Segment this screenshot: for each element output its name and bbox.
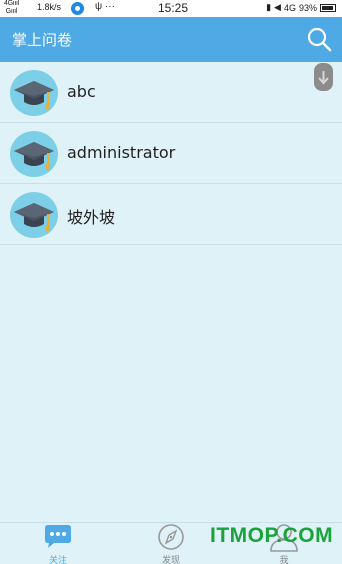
list-item[interactable]: 坡外坡 — [0, 184, 342, 245]
watermark: ITMOP.COM — [210, 524, 334, 547]
scroll-handle[interactable] — [314, 63, 333, 91]
app-header: 掌上问卷 — [0, 17, 342, 62]
tab-label: 我 — [279, 556, 289, 564]
search-icon — [307, 27, 332, 52]
battery-percent: 93% — [298, 2, 317, 13]
tab-follow[interactable]: 关注 — [28, 523, 88, 564]
status-right: ▮ ◀ 4G 93% — [266, 2, 336, 13]
usb-icon: ψ ··· — [95, 1, 115, 12]
compass-icon — [158, 524, 184, 550]
status-bar: 4Gıııl Gıııl 1.8k/s ψ ··· 15:25 ▮ ◀ 4G 9… — [0, 0, 342, 17]
graduation-cap-avatar-icon — [10, 192, 58, 238]
battery-icon — [320, 3, 336, 12]
clock: 15:25 — [158, 1, 189, 15]
graduation-cap-avatar-icon — [10, 70, 58, 116]
list-item-label: 坡外坡 — [67, 208, 116, 227]
list-item-label: administrator — [67, 143, 176, 162]
page-title: 掌上问卷 — [12, 31, 73, 49]
tab-discover[interactable]: 发现 — [141, 523, 201, 564]
mute-icon: ◀ — [274, 2, 281, 12]
chat-bubble-icon — [45, 525, 71, 548]
network-type: 4G — [283, 2, 296, 13]
graduation-cap-avatar-icon — [10, 131, 58, 177]
list-item[interactable]: administrator — [0, 123, 342, 184]
followed-list: abc administrator 坡外坡 — [0, 62, 342, 245]
list-item-label: abc — [67, 82, 96, 101]
tab-label: 发现 — [161, 556, 180, 564]
app-notification-icon — [71, 2, 84, 15]
network-speed: 1.8k/s — [37, 2, 62, 12]
tab-label: 关注 — [48, 556, 67, 564]
sim-icon: ▮ — [266, 2, 272, 12]
search-button[interactable] — [306, 26, 332, 52]
list-item[interactable]: abc — [0, 62, 342, 123]
arrow-down-icon — [318, 71, 329, 85]
signal-icon: 4Gıııl Gıııl — [4, 0, 19, 15]
